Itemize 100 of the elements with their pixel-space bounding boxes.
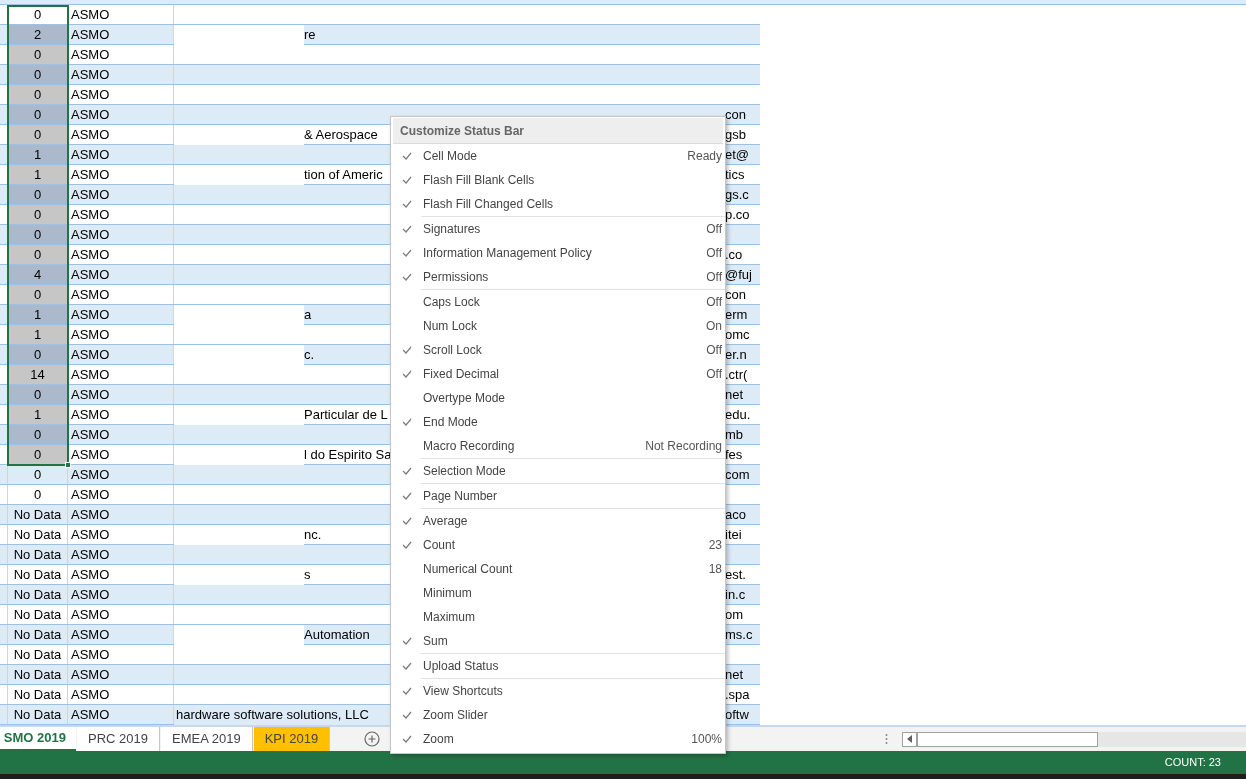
table-cell: mb [725,427,744,442]
table-cell: ASMO [68,665,174,684]
table-cell: No Data [8,625,68,644]
table-cell: ASMO [68,605,174,624]
menu-item-value: Off [706,269,722,286]
table-cell: 1 [8,405,68,424]
table-cell: 0 [8,285,68,304]
checkmark-icon [402,637,412,645]
menu-item[interactable]: Page Number [391,484,725,508]
menu-item[interactable]: View Shortcuts [391,679,725,703]
add-sheet-icon[interactable] [364,731,381,747]
sheet-tab[interactable]: SMO 2019 [0,727,76,751]
table-cell: 0 [8,485,68,504]
left-arrow-icon [907,735,912,743]
menu-item-value: Off [706,342,722,359]
menu-title: Customize Status Bar [393,118,723,144]
table-cell: 0 [8,125,68,144]
checkmark-icon [402,467,412,475]
menu-item-label: Maximum [423,609,475,626]
splitter-handle-icon[interactable] [885,733,888,745]
menu-item-value: Off [706,221,722,238]
menu-item-label: Selection Mode [423,463,506,480]
menu-item-label: Caps Lock [423,294,480,311]
table-cell: 0 [8,385,68,404]
checkmark-icon [402,176,412,184]
table-cell: ASMO [68,325,174,344]
menu-item-label: Overtype Mode [423,390,506,407]
menu-item-value: Ready [687,148,722,165]
menu-item-value: 23 [708,537,722,554]
table-cell: edu. [725,407,751,422]
checkmark-icon [402,735,412,743]
menu-item-label: Zoom [423,731,454,748]
table-cell: ASMO [68,225,174,244]
table-cell: .co [725,247,743,262]
table-cell: .spa [725,687,750,702]
table-cell: ASMO [68,265,174,284]
table-cell: No Data [8,525,68,544]
table-cell: 14 [8,365,68,384]
menu-item-label: Num Lock [423,318,478,335]
table-cell: net [725,387,744,402]
table-cell: er.n [725,347,747,362]
table-cell: est. [725,567,746,582]
checkmark-icon [402,346,412,354]
menu-item[interactable]: Upload Status [391,654,725,678]
table-cell: erm [725,307,748,322]
table-cell: ASMO [68,5,174,24]
sheet-tab[interactable]: PRC 2019 [77,727,160,751]
menu-item-label: Page Number [423,488,498,505]
menu-item[interactable]: Flash Fill Changed Cells [391,192,725,216]
menu-item-label: View Shortcuts [423,683,503,700]
checkmark-icon [402,662,412,670]
scroll-left-button[interactable] [902,731,917,747]
table-cell: ASMO [68,285,174,304]
table-cell: in.c [725,587,746,602]
table-cell: 0 [8,345,68,364]
table-cell: @fuj [725,267,752,282]
menu-item-label: Scroll Lock [423,342,482,359]
table-cell: com [725,467,750,482]
scrollbar-thumb[interactable] [917,731,1098,747]
table-cell: con [725,287,746,302]
table-cell: ASMO [68,45,174,64]
menu-item[interactable]: Zoom 100% [391,727,725,751]
table-cell: ASMO [68,545,174,564]
status-count: COUNT: 23 [1164,755,1221,771]
menu-item[interactable]: Information Management Policy Off [391,241,725,265]
table-cell: ASMO [68,385,174,404]
table-cell: tics [725,167,745,182]
checkmark-icon [402,418,412,426]
table-cell: et@ [725,147,750,162]
sheet-tab[interactable]: KPI 2019 [253,727,331,751]
menu-item-value: Off [706,294,722,311]
table-cell: ASMO [68,645,174,664]
menu-item-label: End Mode [423,414,478,431]
menu-item[interactable]: Permissions Off [391,265,725,289]
menu-item-label: Average [423,513,468,530]
table-cell: 0 [8,185,68,204]
menu-item-value: 100% [691,731,722,748]
table-cell: ASMO [68,505,174,524]
table-cell: oftw [725,707,749,722]
table-cell: ASMO [68,65,174,84]
table-cell: No Data [8,605,68,624]
table-cell: 0 [8,105,68,124]
table-cell: ASMO [68,685,174,704]
horizontal-scrollbar[interactable] [902,731,1246,747]
table-cell: om [725,607,744,622]
table-cell: 0 [8,85,68,104]
checkmark-icon [402,492,412,500]
menu-item[interactable]: Cell Mode Ready [391,144,725,168]
table-cell: No Data [8,645,68,664]
table-cell: No Data [8,545,68,564]
menu-item[interactable]: Fixed Decimal Off [391,362,725,386]
table-cell: 0 [8,225,68,244]
menu-item-value: On [706,318,722,335]
checkmark-icon [402,541,412,549]
menu-item[interactable]: Signatures Off [391,217,725,241]
menu-item-value: Not Recording [645,438,722,455]
sheet-tab[interactable]: EMEA 2019 [161,727,253,751]
table-cell: No Data [8,685,68,704]
table-cell: ASMO [68,105,174,124]
table-cell: con [725,107,746,122]
